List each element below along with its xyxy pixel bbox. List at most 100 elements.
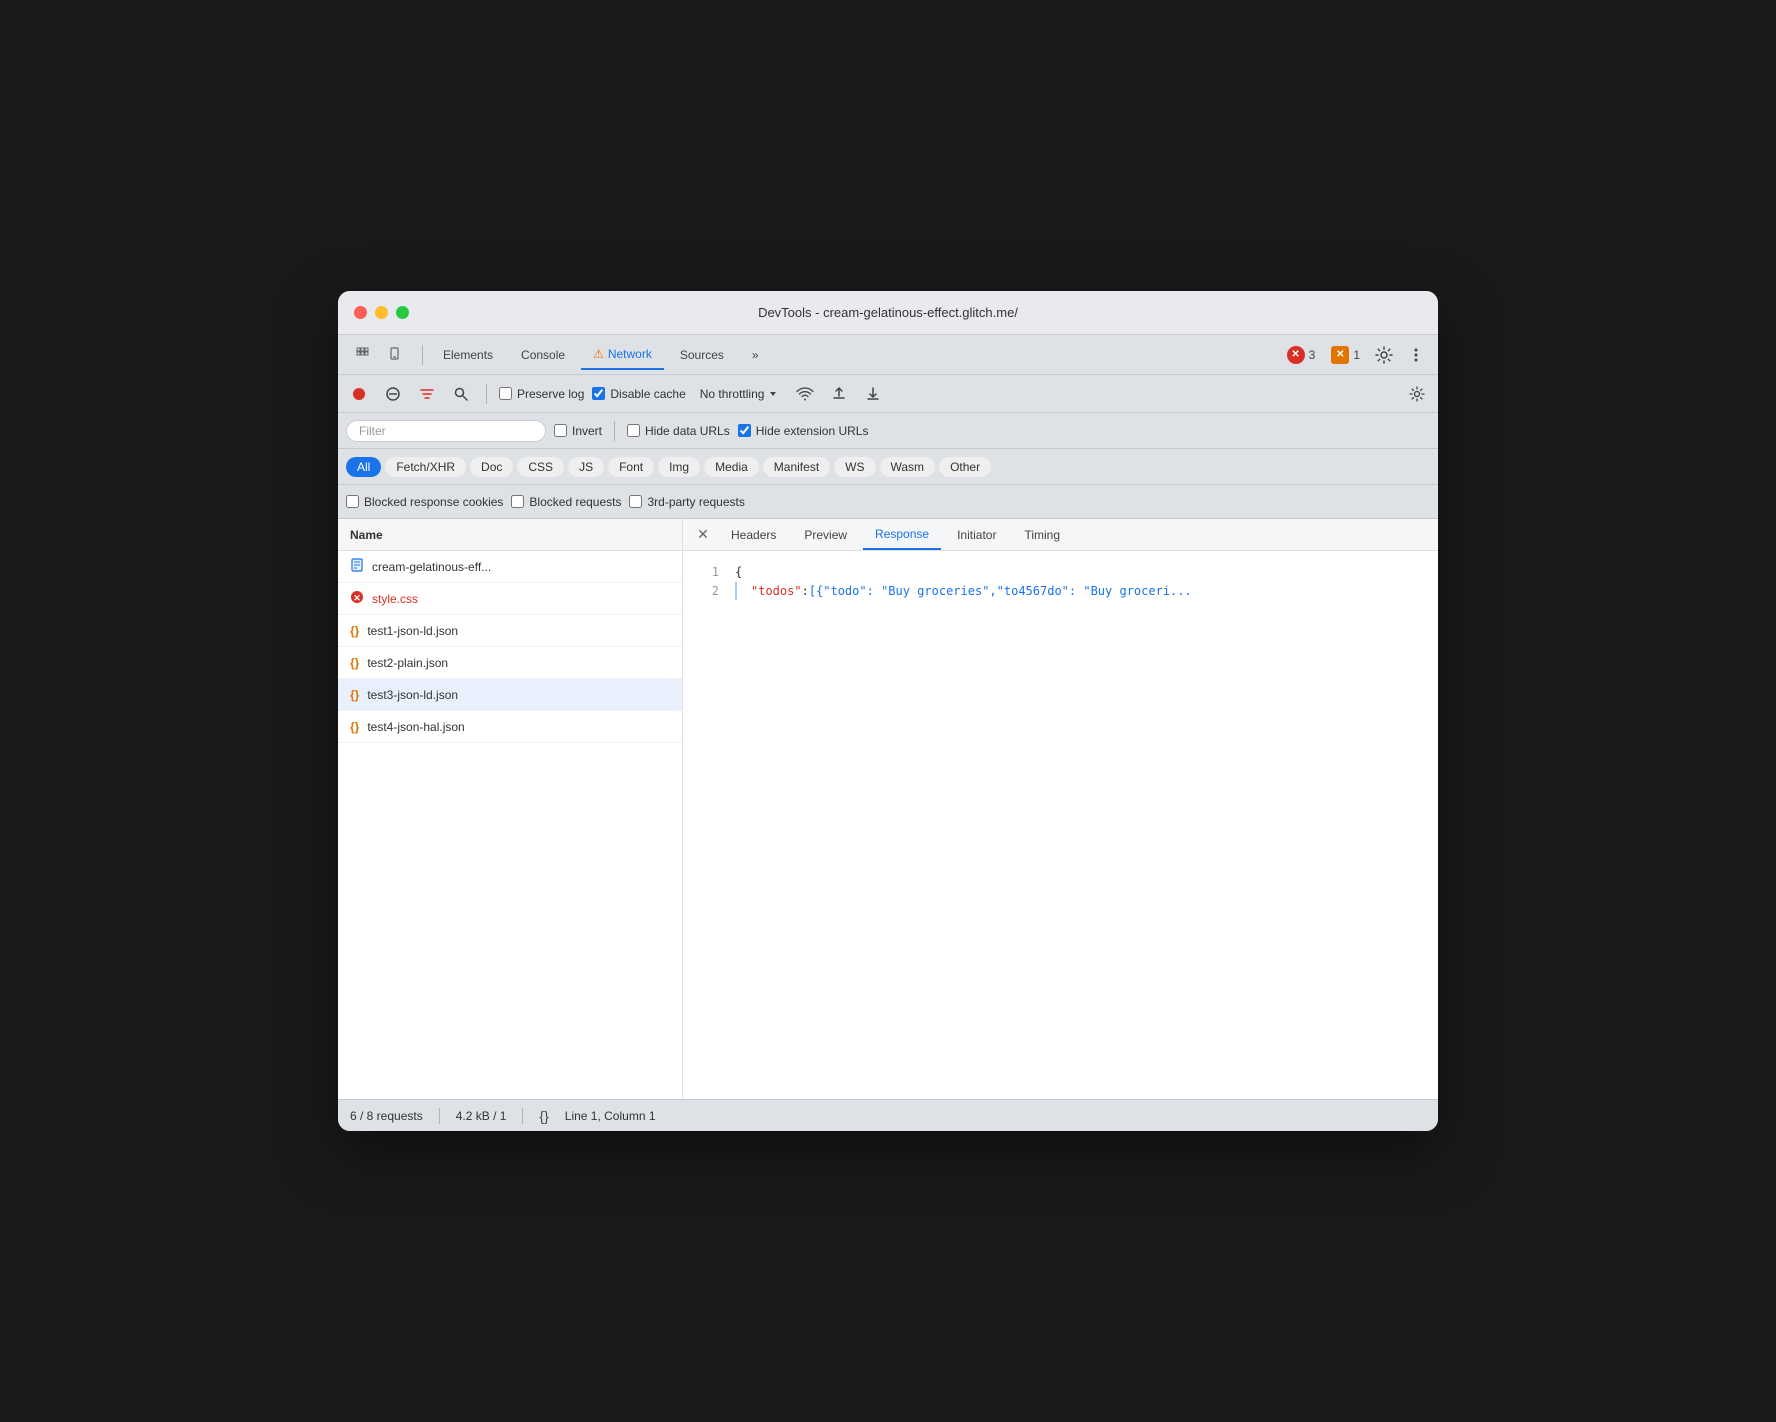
filter-wasm[interactable]: Wasm (880, 457, 936, 477)
filter-css[interactable]: CSS (517, 457, 564, 477)
code-value: [{"todo": "Buy groceries","to4567do": "B… (809, 582, 1192, 601)
download-icon[interactable] (860, 381, 886, 407)
tab-initiator[interactable]: Initiator (945, 520, 1008, 550)
extra-filters-row: Blocked response cookies Blocked request… (338, 485, 1438, 519)
network-toolbar: Preserve log Disable cache No throttling (338, 375, 1438, 413)
filter-input[interactable] (346, 420, 546, 442)
line-number-1: 1 (699, 563, 719, 582)
filter-ws[interactable]: WS (834, 457, 875, 477)
third-party-checkbox[interactable]: 3rd-party requests (629, 495, 744, 509)
json-icon-4: {} (350, 720, 359, 734)
file-item-json1[interactable]: {} test1-json-ld.json (338, 615, 682, 647)
file-name-css: style.css (372, 592, 418, 606)
file-name-json2: test2-plain.json (367, 656, 448, 670)
code-line-1: 1 { (699, 563, 1422, 582)
response-panel: ✕ Headers Preview Response Initiator Tim… (683, 519, 1438, 1099)
file-item-html[interactable]: cream-gelatinous-eff... (338, 551, 682, 583)
filter-manifest[interactable]: Manifest (763, 457, 830, 477)
settings-button[interactable] (1370, 341, 1398, 369)
filter-button[interactable] (414, 381, 440, 407)
tab-elements[interactable]: Elements (431, 340, 505, 370)
tab-timing[interactable]: Timing (1012, 520, 1072, 550)
tab-response[interactable]: Response (863, 520, 941, 550)
json-icon-2: {} (350, 656, 359, 670)
network-settings-button[interactable] (1404, 381, 1430, 407)
tab-console[interactable]: Console (509, 340, 577, 370)
doc-icon (350, 558, 364, 575)
filter-img[interactable]: Img (658, 457, 700, 477)
svg-text:✕: ✕ (353, 593, 361, 603)
tab-headers[interactable]: Headers (719, 520, 788, 550)
filter-row: Invert Hide data URLs Hide extension URL… (338, 413, 1438, 449)
devtools-window: DevTools - cream-gelatinous-effect.glitc… (338, 291, 1438, 1131)
file-item-json2[interactable]: {} test2-plain.json (338, 647, 682, 679)
close-button[interactable] (354, 306, 367, 319)
window-title: DevTools - cream-gelatinous-effect.glitc… (758, 305, 1018, 320)
file-list-header: Name (338, 519, 682, 551)
wifi-icon[interactable] (792, 381, 818, 407)
blocked-requests-checkbox[interactable]: Blocked requests (511, 495, 621, 509)
warning-count-badge: ✕ 1 (1325, 344, 1366, 366)
file-item-json3[interactable]: {} test3-json-ld.json (338, 679, 682, 711)
close-panel-button[interactable]: ✕ (691, 523, 715, 547)
cursor-position: Line 1, Column 1 (565, 1109, 656, 1123)
invert-checkbox[interactable]: Invert (554, 424, 602, 438)
tab-sources[interactable]: Sources (668, 340, 736, 370)
traffic-lights (354, 306, 409, 319)
file-item-json4[interactable]: {} test4-json-hal.json (338, 711, 682, 743)
code-key: "todos" (751, 582, 802, 601)
file-name-json3: test3-json-ld.json (367, 688, 458, 702)
devtools-tools (346, 341, 414, 369)
file-item-css[interactable]: ✕ style.css (338, 583, 682, 615)
maximize-button[interactable] (396, 306, 409, 319)
chevron-down-icon (768, 389, 778, 399)
error-count-badge: ✕ 3 (1281, 344, 1322, 366)
filter-font[interactable]: Font (608, 457, 654, 477)
warning-icon: ✕ (1331, 346, 1349, 364)
file-name-json4: test4-json-hal.json (367, 720, 464, 734)
error-circle-icon: ✕ (350, 590, 364, 607)
title-bar: DevTools - cream-gelatinous-effect.glitc… (338, 291, 1438, 335)
request-count: 6 / 8 requests (350, 1109, 423, 1123)
main-content: Name cream-gelatinous-eff... (338, 519, 1438, 1099)
preserve-log-checkbox[interactable]: Preserve log (499, 387, 584, 401)
response-tabs: ✕ Headers Preview Response Initiator Tim… (683, 519, 1438, 551)
status-bar: 6 / 8 requests 4.2 kB / 1 {} Line 1, Col… (338, 1099, 1438, 1131)
hide-data-urls-checkbox[interactable]: Hide data URLs (627, 424, 730, 438)
file-name-html: cream-gelatinous-eff... (372, 560, 491, 574)
disable-cache-checkbox[interactable]: Disable cache (592, 387, 685, 401)
main-toolbar: Elements Console ⚠ Network Sources » ✕ 3… (338, 335, 1438, 375)
filter-media[interactable]: Media (704, 457, 759, 477)
stop-recording-button[interactable] (346, 381, 372, 407)
code-brace-open: { (735, 563, 742, 582)
more-button[interactable] (1402, 341, 1430, 369)
device-tool[interactable] (382, 341, 410, 369)
tab-network[interactable]: ⚠ Network (581, 340, 664, 370)
code-line-2: 2 "todos" : [{"todo": "Buy groceries","t… (699, 582, 1422, 601)
filter-all[interactable]: All (346, 457, 381, 477)
throttling-dropdown[interactable]: No throttling (694, 385, 785, 403)
blocked-response-cookies-checkbox[interactable]: Blocked response cookies (346, 495, 503, 509)
error-icon: ✕ (1287, 346, 1305, 364)
line-number-2: 2 (699, 582, 719, 601)
filter-other[interactable]: Other (939, 457, 991, 477)
filter-fetch[interactable]: Fetch/XHR (385, 457, 466, 477)
tab-more[interactable]: » (740, 340, 771, 370)
format-icon[interactable]: {} (539, 1108, 548, 1124)
status-divider-2 (522, 1108, 523, 1124)
search-button[interactable] (448, 381, 474, 407)
clear-button[interactable] (380, 381, 406, 407)
json-icon-1: {} (350, 624, 359, 638)
warning-icon: ⚠ (593, 347, 604, 361)
hide-extension-urls-checkbox[interactable]: Hide extension URLs (738, 424, 869, 438)
tab-preview[interactable]: Preview (792, 520, 859, 550)
upload-icon[interactable] (826, 381, 852, 407)
minimize-button[interactable] (375, 306, 388, 319)
type-filter-row: All Fetch/XHR Doc CSS JS Font Img Media … (338, 449, 1438, 485)
filter-doc[interactable]: Doc (470, 457, 513, 477)
cursor-tool[interactable] (350, 341, 378, 369)
response-content: 1 { 2 "todos" : [{"todo": "Buy groceries… (683, 551, 1438, 1099)
transfer-size: 4.2 kB / 1 (456, 1109, 507, 1123)
filter-js[interactable]: JS (568, 457, 604, 477)
file-list: Name cream-gelatinous-eff... (338, 519, 683, 1099)
